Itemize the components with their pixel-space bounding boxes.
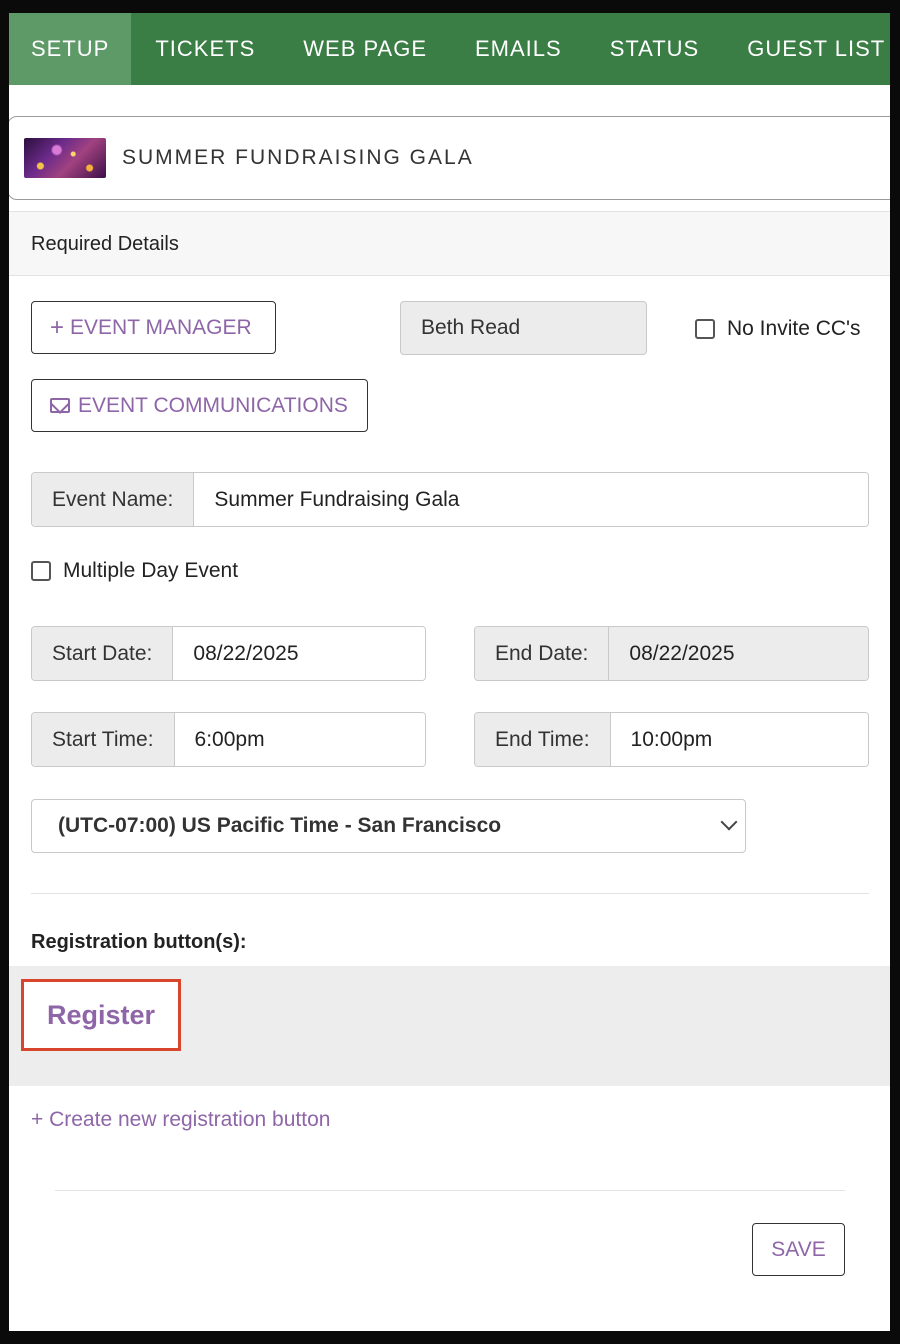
- tab-guest-list[interactable]: GUEST LIST: [723, 13, 890, 85]
- event-setup-panel: SETUP TICKETS WEB PAGE EMAILS STATUS GUE…: [9, 13, 890, 1331]
- top-nav: SETUP TICKETS WEB PAGE EMAILS STATUS GUE…: [9, 13, 890, 85]
- divider: [55, 1190, 845, 1191]
- tab-status[interactable]: STATUS: [586, 13, 724, 85]
- event-manager-name: Beth Read: [400, 301, 647, 355]
- section-title: Required Details: [31, 233, 179, 255]
- end-date-group: End Date: 08/22/2025: [474, 626, 869, 681]
- start-time-input[interactable]: 6:00pm: [174, 713, 425, 766]
- start-time-group: Start Time: 6:00pm: [31, 712, 426, 767]
- tab-tickets[interactable]: TICKETS: [131, 13, 279, 85]
- plus-icon: +: [50, 313, 65, 341]
- event-name-group: Event Name: Summer Fundraising Gala: [31, 472, 869, 527]
- start-date-group: Start Date: 08/22/2025: [31, 626, 426, 681]
- event-communications-button[interactable]: EVENT COMMUNICATIONS: [31, 379, 368, 432]
- event-thumbnail: [24, 138, 106, 178]
- tab-emails[interactable]: EMAILS: [451, 13, 586, 85]
- end-time-label: End Time:: [475, 713, 611, 766]
- end-date-input[interactable]: 08/22/2025: [609, 627, 868, 680]
- add-event-manager-button[interactable]: + EVENT MANAGER: [31, 301, 276, 354]
- timezone-select[interactable]: (UTC-07:00) US Pacific Time - San Franci…: [31, 799, 746, 853]
- no-invite-cc-checkbox[interactable]: [695, 319, 715, 339]
- chevron-down-icon: [720, 813, 738, 831]
- end-time-group: End Time: 10:00pm: [474, 712, 869, 767]
- event-name-input[interactable]: Summer Fundraising Gala: [194, 473, 868, 526]
- event-header-card: SUMMER FUNDRAISING GALA: [9, 116, 890, 200]
- multiple-day-checkbox[interactable]: [31, 561, 51, 581]
- multiple-day-label: Multiple Day Event: [63, 559, 239, 582]
- event-title: SUMMER FUNDRAISING GALA: [122, 146, 474, 169]
- start-time-label: Start Time:: [32, 713, 175, 766]
- event-manager-label: EVENT MANAGER: [70, 315, 252, 339]
- save-button[interactable]: SAVE: [752, 1223, 845, 1276]
- start-date-label: Start Date:: [32, 627, 174, 680]
- timezone-value: (UTC-07:00) US Pacific Time - San Franci…: [58, 814, 502, 837]
- tab-web-page[interactable]: WEB PAGE: [279, 13, 451, 85]
- register-button[interactable]: Register: [21, 979, 181, 1051]
- start-date-input[interactable]: 08/22/2025: [173, 627, 425, 680]
- divider: [31, 893, 869, 894]
- multiple-day-option[interactable]: Multiple Day Event: [31, 559, 238, 583]
- end-date-label: End Date:: [475, 627, 610, 680]
- end-time-input[interactable]: 10:00pm: [610, 713, 868, 766]
- event-communications-label: EVENT COMMUNICATIONS: [78, 393, 348, 417]
- no-invite-cc-label: No Invite CC's: [727, 317, 861, 340]
- registration-label: Registration button(s):: [31, 931, 247, 953]
- event-name-label: Event Name:: [32, 473, 195, 526]
- section-header: Required Details: [9, 211, 890, 276]
- create-registration-button-link[interactable]: + Create new registration button: [31, 1108, 330, 1132]
- envelope-icon: [50, 398, 70, 413]
- no-invite-cc-option[interactable]: No Invite CC's: [695, 317, 861, 341]
- tab-setup[interactable]: SETUP: [9, 13, 132, 85]
